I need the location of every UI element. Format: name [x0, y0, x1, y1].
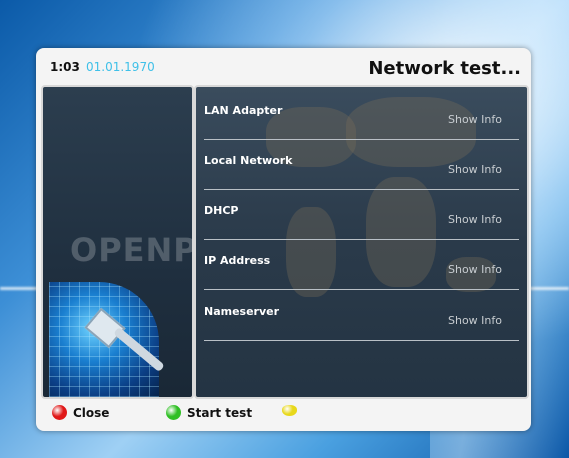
- test-label: LAN Adapter: [204, 104, 283, 117]
- test-label: DHCP: [204, 204, 239, 217]
- network-test-window: 1:03 01.01.1970 Network test... OPENPLi …: [36, 48, 531, 431]
- yellow-button[interactable]: [282, 405, 303, 416]
- test-status: Show Info: [448, 113, 502, 126]
- start-test-button[interactable]: Start test: [166, 405, 252, 420]
- test-row-lan-adapter[interactable]: LAN Adapter Show Info: [196, 97, 527, 147]
- test-row-dhcp[interactable]: DHCP Show Info: [196, 197, 527, 247]
- clock-time: 1:03: [50, 60, 80, 74]
- illustration-panel: OPENPLi: [41, 85, 194, 399]
- test-status: Show Info: [448, 263, 502, 276]
- close-button-label: Close: [73, 405, 110, 420]
- test-label: IP Address: [204, 254, 271, 267]
- row-divider: [204, 289, 519, 290]
- window-title: Network test...: [368, 58, 521, 79]
- color-button-bar: Close Start test: [36, 402, 531, 427]
- close-button[interactable]: Close: [52, 405, 109, 420]
- test-row-ip-address[interactable]: IP Address Show Info: [196, 247, 527, 297]
- test-list-panel: LAN Adapter Show Info Local Network Show…: [194, 85, 529, 399]
- start-test-button-label: Start test: [187, 405, 253, 420]
- row-divider: [204, 239, 519, 240]
- test-label: Local Network: [204, 154, 293, 167]
- green-button-icon: [166, 405, 181, 420]
- row-divider: [204, 139, 519, 140]
- red-button-icon: [52, 405, 67, 420]
- row-divider: [204, 340, 519, 341]
- clock-date: 01.01.1970: [86, 60, 155, 74]
- test-status: Show Info: [448, 213, 502, 226]
- test-status: Show Info: [448, 163, 502, 176]
- test-label: Nameserver: [204, 305, 280, 318]
- test-row-nameserver[interactable]: Nameserver Show Info: [196, 298, 527, 348]
- test-row-local-network[interactable]: Local Network Show Info: [196, 147, 527, 197]
- yellow-button-icon: [282, 405, 297, 416]
- openpli-logo: OPENPLi: [70, 231, 194, 269]
- test-status: Show Info: [448, 314, 502, 327]
- row-divider: [204, 189, 519, 190]
